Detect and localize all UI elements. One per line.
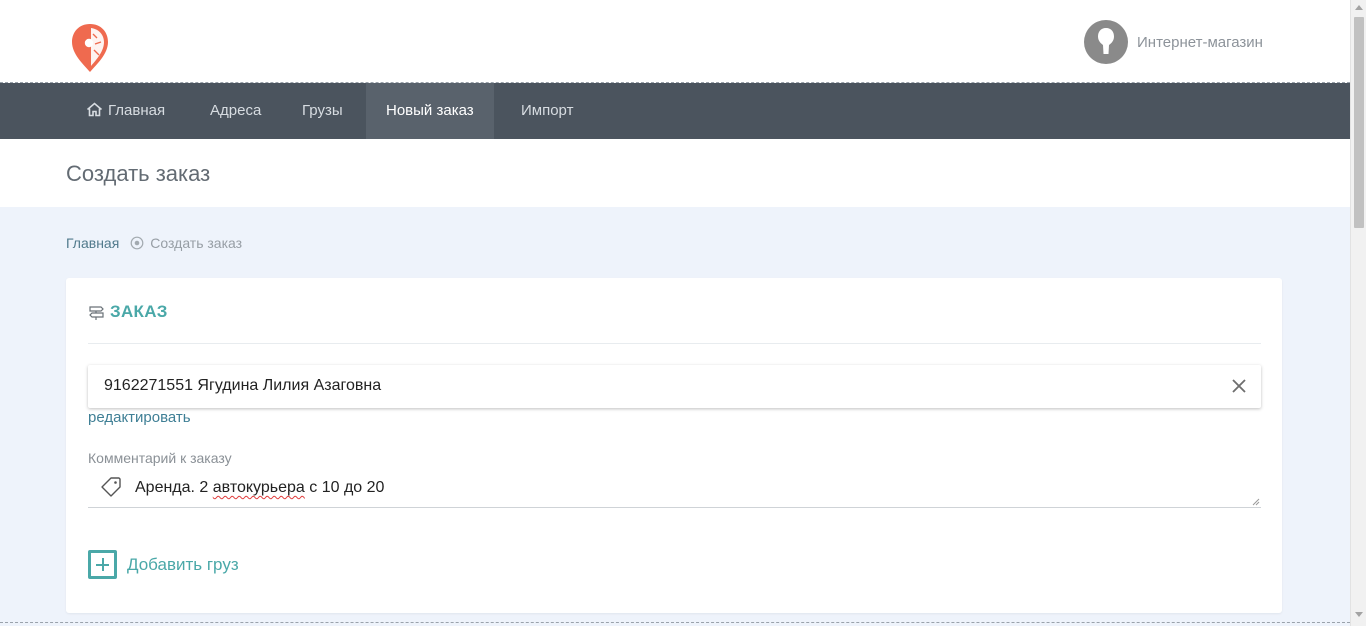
user-name[interactable]: Интернет-магазин	[1137, 34, 1263, 51]
map-pin-logo-icon[interactable]	[70, 22, 110, 74]
comment-text-end: с 10 до 20	[304, 479, 385, 496]
card-header: ЗАКАЗ	[88, 302, 168, 322]
nav-item-addresses[interactable]: Адреса	[190, 83, 281, 139]
title-band: Создать заказ	[0, 139, 1350, 207]
breadcrumb-separator-icon	[130, 236, 144, 250]
resize-grip-icon[interactable]	[1252, 498, 1260, 506]
comment-textarea[interactable]: Аренда. 2 автокурьера с 10 до 20	[135, 474, 1261, 508]
add-cargo-label: Добавить груз	[127, 554, 239, 574]
nav-item-import[interactable]: Импорт	[501, 83, 593, 139]
nav-item-home[interactable]: Главная	[66, 83, 185, 139]
signpost-icon	[89, 305, 104, 320]
client-select-value: 9162271551 Ягудина Лилия Азаговна	[104, 377, 382, 394]
user-menu[interactable]: Интернет-магазин	[1084, 20, 1263, 64]
scroll-thumb[interactable]	[1354, 17, 1364, 228]
comment-text-start: Аренда. 2	[135, 479, 213, 496]
main-nav: Главная Адреса Грузы Новый заказ Импорт	[0, 83, 1350, 139]
top-header: Интернет-магазин	[0, 0, 1350, 83]
edit-client-link[interactable]: редактировать	[88, 409, 191, 426]
comment-icon-underline	[88, 507, 135, 508]
user-avatar-icon	[1084, 20, 1128, 64]
breadcrumb-home-link[interactable]: Главная	[66, 235, 119, 251]
tag-icon	[101, 477, 121, 497]
nav-item-new-order[interactable]: Новый заказ	[366, 83, 494, 139]
scroll-up-icon[interactable]	[1355, 5, 1363, 10]
home-icon	[86, 102, 103, 117]
card-title: ЗАКАЗ	[110, 302, 168, 321]
breadcrumb: Главная Создать заказ	[66, 235, 242, 251]
card-divider	[88, 343, 1261, 344]
client-select[interactable]: 9162271551 Ягудина Лилия Азаговна	[88, 365, 1261, 408]
comment-text-misspelled: автокурьера	[212, 479, 305, 496]
comment-text: Аренда. 2 автокурьера с 10 до 20	[135, 479, 384, 497]
page-scrollbar[interactable]	[1350, 0, 1366, 626]
add-cargo-button[interactable]: Добавить груз	[88, 550, 239, 579]
nav-item-cargo[interactable]: Грузы	[282, 83, 363, 139]
order-card: ЗАКАЗ 9162271551 Ягудина Лилия Азаговна …	[66, 278, 1282, 613]
clear-icon[interactable]	[1231, 378, 1247, 394]
add-square-icon	[88, 550, 117, 579]
comment-label: Комментарий к заказу	[88, 450, 232, 466]
footer-divider	[0, 622, 1350, 623]
breadcrumb-current: Создать заказ	[150, 235, 243, 251]
scroll-down-icon[interactable]	[1355, 612, 1363, 617]
nav-label-home: Главная	[108, 102, 166, 119]
page-title: Создать заказ	[66, 161, 211, 186]
